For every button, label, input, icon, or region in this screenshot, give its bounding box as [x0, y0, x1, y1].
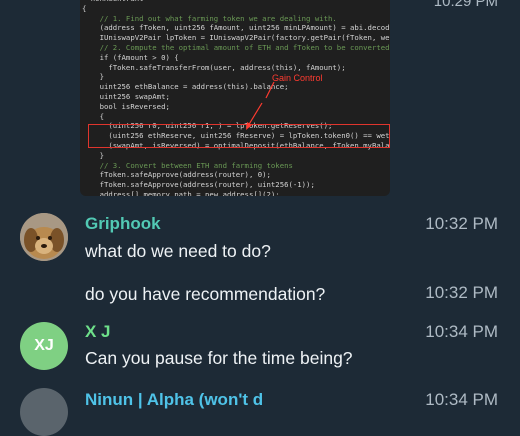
- annotation-label: Gain Control: [272, 73, 323, 83]
- message-text: Can you pause for the time being?: [85, 348, 353, 368]
- message-text: what do we need to do?: [85, 241, 271, 261]
- sender-name-xj[interactable]: X J: [85, 322, 111, 342]
- dog-photo-icon: [20, 213, 68, 261]
- avatar-xj[interactable]: XJ: [20, 322, 68, 370]
- message-time: 10:34 PM: [425, 390, 498, 409]
- image-message-time: 10:29 PM: [433, 0, 498, 10]
- annotation-arrow-icon: [246, 81, 275, 130]
- sender-name-griphook[interactable]: Griphook: [85, 214, 161, 234]
- message-time: 10:32 PM: [425, 214, 498, 233]
- avatar-initials: XJ: [34, 337, 54, 354]
- avatar-ninun[interactable]: [20, 388, 68, 436]
- code-screenshot-image[interactable]: nonReentrant{ // 1. Find out what farmin…: [80, 0, 390, 196]
- message-text: do you have recommendation?: [85, 284, 326, 304]
- message-time: 10:32 PM: [425, 283, 498, 302]
- avatar-griphook[interactable]: [20, 213, 68, 261]
- message-time: 10:34 PM: [425, 322, 498, 341]
- sender-name-ninun[interactable]: Ninun | Alpha (won't d: [85, 390, 263, 410]
